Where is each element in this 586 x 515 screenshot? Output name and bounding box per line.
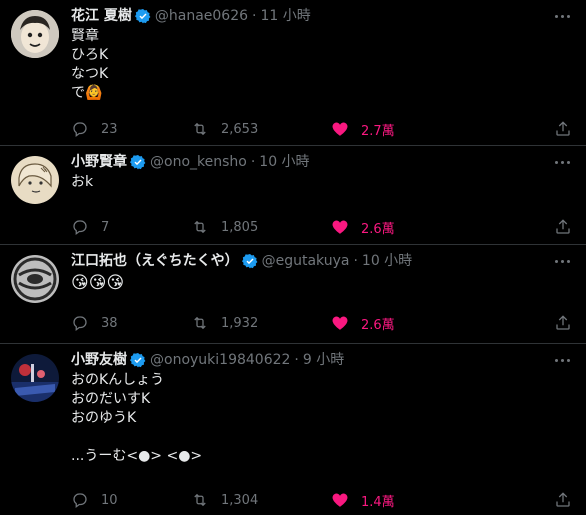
reply-button[interactable]: 38	[71, 314, 191, 332]
like-button[interactable]: 2.7萬	[331, 120, 486, 139]
verified-badge-icon	[130, 352, 146, 368]
separator-dot: ·	[252, 8, 257, 24]
avatar[interactable]	[11, 156, 59, 204]
tweet-line: ...うーむ<●> <●>	[71, 448, 203, 464]
like-icon	[332, 122, 348, 136]
tweet-line: おのだいすK	[71, 391, 151, 407]
user-handle[interactable]: @egutakuya	[262, 251, 350, 271]
tweet-line	[71, 428, 202, 447]
timestamp[interactable]: 9 小時	[303, 350, 344, 370]
like-button[interactable]: 1.4萬	[331, 491, 486, 510]
tweet-text: 😘😘😘	[71, 272, 124, 294]
reply-count: 23	[101, 121, 118, 137]
reply-icon	[73, 220, 87, 236]
verified-badge-icon	[134, 8, 151, 24]
verified-badge-icon	[130, 154, 146, 170]
reply-icon	[73, 316, 87, 332]
tweet-line: なつK	[71, 66, 109, 82]
retweet-button[interactable]: 1,304	[191, 491, 331, 509]
display-name[interactable]: 小野賢章	[71, 152, 127, 172]
retweet-icon	[194, 493, 206, 507]
tweet-line: 賢章	[71, 28, 99, 44]
like-count: 1.4萬	[361, 494, 395, 510]
more-icon[interactable]	[552, 9, 572, 23]
like-icon	[332, 316, 348, 330]
retweet-button[interactable]: 1,932	[191, 314, 331, 332]
like-icon	[332, 220, 348, 234]
display-name[interactable]: 花江 夏樹	[71, 6, 132, 26]
tweet-line: おk	[71, 174, 94, 190]
share-button[interactable]	[554, 120, 572, 138]
tweet-line: 😘😘😘	[71, 273, 125, 293]
tweet-actions: 23 2,653 2.7萬	[71, 119, 576, 139]
tweet-line: おのゆうK	[71, 410, 137, 426]
timestamp[interactable]: 10 小時	[259, 152, 309, 172]
verified-badge-icon	[241, 253, 258, 269]
tweet[interactable]: 小野賢章 @ono_kensho · 10 小時 おk 7 1,805 2.6萬	[0, 146, 586, 245]
reply-count: 10	[101, 492, 118, 508]
retweet-count: 1,805	[221, 219, 259, 235]
like-count: 2.6萬	[361, 221, 395, 237]
tweet[interactable]: 花江 夏樹 @hanae0626 · 11 小時 賢章 ひろK なつK で🙆 2…	[0, 0, 586, 146]
retweet-button[interactable]: 2,653	[191, 120, 331, 138]
reply-count: 38	[101, 315, 118, 331]
share-icon	[556, 219, 570, 234]
user-handle[interactable]: @ono_kensho	[150, 152, 247, 172]
tweet-text: おk	[71, 173, 93, 192]
display-name[interactable]: 江口拓也（えぐちたくや）	[71, 251, 239, 271]
more-icon[interactable]	[552, 353, 572, 367]
user-handle[interactable]: @onoyuki19840622	[150, 350, 290, 370]
share-button[interactable]	[554, 314, 572, 332]
share-icon	[556, 315, 570, 330]
retweet-count: 1,932	[221, 315, 259, 331]
tweet-text: 賢章 ひろK なつK で🙆	[71, 27, 108, 103]
reply-button[interactable]: 7	[71, 218, 191, 236]
share-button[interactable]	[554, 491, 572, 509]
reply-icon	[73, 122, 87, 138]
retweet-icon	[194, 122, 206, 136]
retweet-count: 1,304	[221, 492, 259, 508]
timestamp[interactable]: 10 小時	[362, 251, 412, 271]
timeline-feed: 花江 夏樹 @hanae0626 · 11 小時 賢章 ひろK なつK で🙆 2…	[0, 0, 586, 515]
tweet-text: おのKんしょう おのだいすK おのゆうK ...うーむ<●> <●>	[71, 371, 202, 466]
separator-dot: ·	[294, 352, 299, 368]
display-name[interactable]: 小野友樹	[71, 350, 127, 370]
reply-count: 7	[101, 219, 110, 235]
reply-button[interactable]: 23	[71, 120, 191, 138]
like-icon	[332, 493, 348, 507]
avatar[interactable]	[11, 255, 59, 303]
tweet[interactable]: 江口拓也（えぐちたくや） @egutakuya · 10 小時 😘😘😘 38 1…	[0, 245, 586, 344]
reply-button[interactable]: 10	[71, 491, 191, 509]
tweet-line: で🙆	[71, 85, 103, 101]
retweet-icon	[194, 220, 206, 234]
like-count: 2.7萬	[361, 123, 395, 139]
tweet-actions: 10 1,304 1.4萬	[71, 490, 576, 510]
like-button[interactable]: 2.6萬	[331, 314, 486, 333]
more-icon[interactable]	[552, 155, 572, 169]
tweet[interactable]: 小野友樹 @onoyuki19840622 · 9 小時 おのKんしょう おのだ…	[0, 344, 586, 515]
tweet-actions: 38 1,932 2.6萬	[71, 313, 576, 333]
share-icon	[556, 121, 570, 136]
like-count: 2.6萬	[361, 317, 395, 333]
retweet-icon	[194, 316, 206, 330]
tweet-line: おのKんしょう	[71, 372, 165, 388]
more-icon[interactable]	[552, 254, 572, 268]
tweet-line: ひろK	[71, 47, 109, 63]
separator-dot: ·	[250, 154, 256, 170]
share-button[interactable]	[554, 218, 572, 236]
reply-icon	[73, 493, 87, 509]
tweet-actions: 7 1,805 2.6萬	[71, 217, 576, 237]
user-handle[interactable]: @hanae0626	[155, 6, 248, 26]
avatar[interactable]	[11, 354, 59, 402]
separator-dot: ·	[353, 253, 358, 269]
like-button[interactable]: 2.6萬	[331, 218, 486, 237]
share-icon	[556, 492, 570, 507]
retweet-button[interactable]: 1,805	[191, 218, 331, 236]
retweet-count: 2,653	[221, 121, 259, 137]
avatar[interactable]	[11, 10, 59, 58]
timestamp[interactable]: 11 小時	[260, 6, 310, 26]
